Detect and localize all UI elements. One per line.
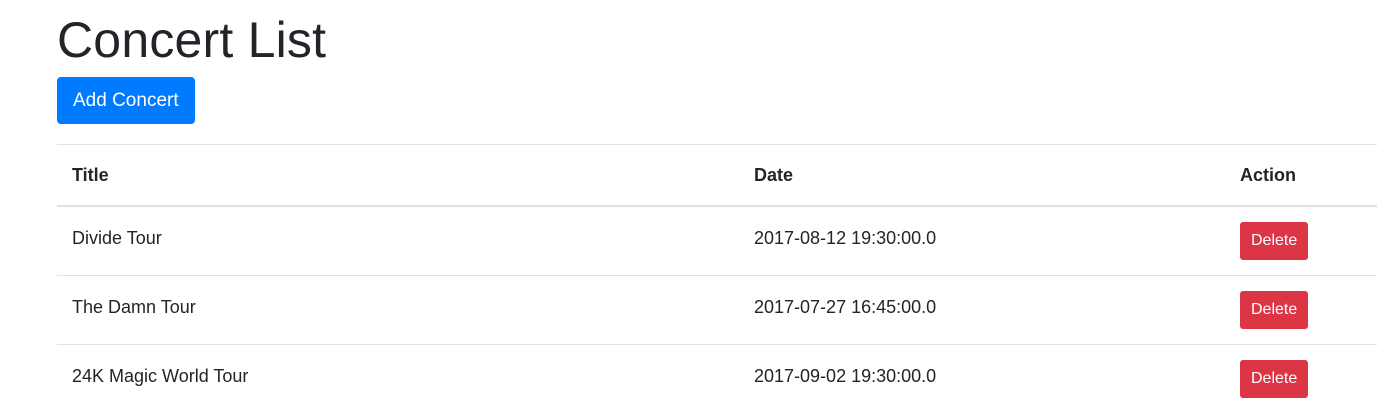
table-row: Divide Tour 2017-08-12 19:30:00.0 Delete bbox=[57, 206, 1377, 276]
cell-title: 24K Magic World Tour bbox=[57, 344, 739, 412]
cell-action: Delete bbox=[1225, 275, 1377, 345]
cell-title: The Damn Tour bbox=[57, 275, 739, 345]
cell-date: 2017-07-27 16:45:00.0 bbox=[739, 275, 1225, 345]
cell-action: Delete bbox=[1225, 344, 1377, 412]
concert-date: 2017-09-02 19:30:00.0 bbox=[754, 365, 937, 386]
cell-action: Delete bbox=[1225, 206, 1377, 276]
page-title: Concert List bbox=[57, 12, 327, 68]
table-row: 24K Magic World Tour 2017-09-02 19:30:00… bbox=[57, 344, 1377, 412]
concert-date: 2017-07-27 16:45:00.0 bbox=[754, 296, 937, 317]
column-header-action: Action bbox=[1225, 144, 1377, 207]
table-header-row: Title Date Action bbox=[57, 144, 1377, 207]
column-header-date: Date bbox=[739, 144, 1225, 207]
concert-title: The Damn Tour bbox=[72, 296, 196, 317]
add-concert-button[interactable]: Add Concert bbox=[57, 77, 195, 124]
delete-button[interactable]: Delete bbox=[1240, 291, 1309, 329]
concert-date: 2017-08-12 19:30:00.0 bbox=[754, 227, 937, 248]
main-container: Concert List Add Concert Title Date Acti… bbox=[57, 0, 1377, 412]
cell-title: Divide Tour bbox=[57, 206, 739, 276]
table-header: Title Date Action bbox=[57, 144, 1377, 207]
cell-date: 2017-08-12 19:30:00.0 bbox=[739, 206, 1225, 276]
cell-date: 2017-09-02 19:30:00.0 bbox=[739, 344, 1225, 412]
concert-table: Title Date Action Divide Tour 2017-08-12… bbox=[57, 144, 1377, 412]
table-row: The Damn Tour 2017-07-27 16:45:00.0 Dele… bbox=[57, 275, 1377, 345]
delete-button[interactable]: Delete bbox=[1240, 360, 1309, 398]
table-body: Divide Tour 2017-08-12 19:30:00.0 Delete… bbox=[57, 206, 1377, 412]
delete-button[interactable]: Delete bbox=[1240, 222, 1309, 260]
column-header-title: Title bbox=[57, 144, 739, 207]
concert-title: 24K Magic World Tour bbox=[72, 365, 249, 386]
concert-title: Divide Tour bbox=[72, 227, 162, 248]
